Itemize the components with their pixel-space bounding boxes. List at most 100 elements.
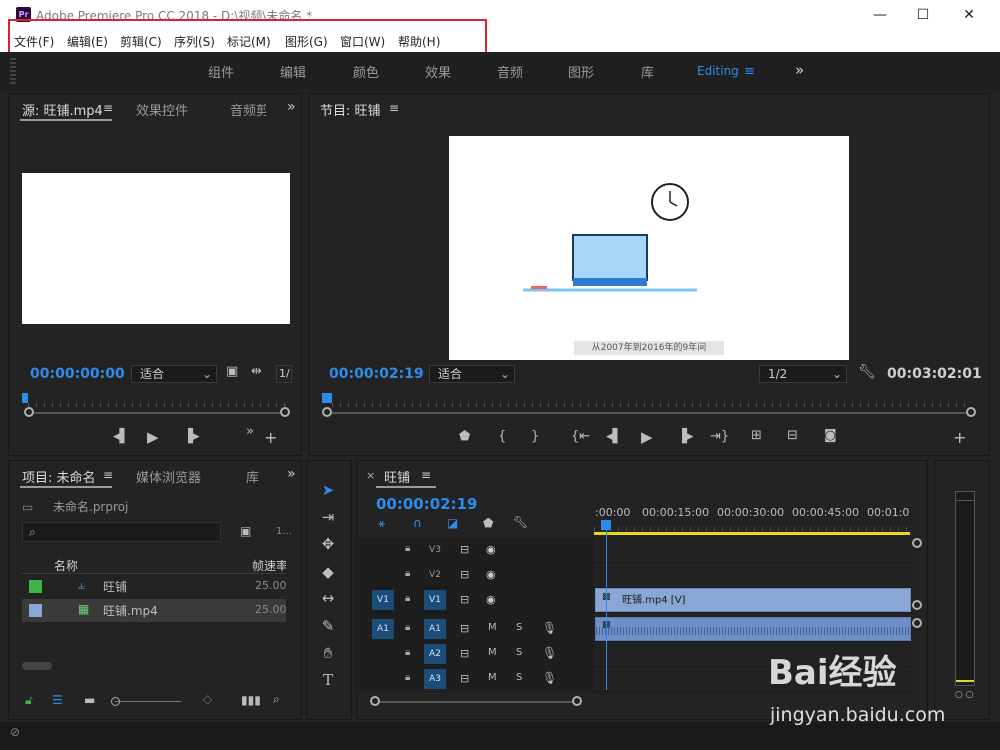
lock-icon[interactable]: 🔒︎ xyxy=(405,568,410,579)
workspace-tab-editing[interactable]: Editing xyxy=(697,64,739,78)
camera-icon[interactable]: ◙ xyxy=(824,428,837,443)
program-zoom-handle-right[interactable] xyxy=(966,407,976,417)
timeline-zoom-bar[interactable] xyxy=(374,701,578,703)
timeline-playhead[interactable] xyxy=(601,520,611,530)
solo-button[interactable]: S xyxy=(516,672,522,683)
add-marker-icon[interactable]: ⬟ xyxy=(483,516,493,530)
sequence-tab[interactable]: 旺铺 xyxy=(384,467,410,486)
project-tab[interactable]: 项目: 未命名 xyxy=(22,467,96,486)
extract-icon[interactable]: ⊟ xyxy=(787,428,798,443)
snap-magnet-icon[interactable]: ∩ xyxy=(413,516,422,530)
project-menu-icon[interactable]: ≡ xyxy=(103,468,113,482)
panel-menu-icon[interactable]: ≡ xyxy=(103,101,113,115)
source-zoom-handle-right[interactable] xyxy=(280,407,290,417)
step-back-icon[interactable]: ◂▌ xyxy=(606,429,623,444)
find-icon[interactable]: ⌕ xyxy=(273,692,280,707)
go-to-out-icon[interactable]: ⇥} xyxy=(710,429,729,444)
close-tab-icon[interactable]: × xyxy=(366,469,375,482)
source-timecode[interactable]: 00:00:00:00 xyxy=(30,366,125,382)
mark-in-icon[interactable]: { xyxy=(498,429,506,444)
hand-tool-icon[interactable]: ✋︎ xyxy=(317,642,339,664)
video-clip[interactable]: ▩ 旺铺.mp4 [V] xyxy=(595,588,911,612)
lock-icon[interactable]: 🔒︎ xyxy=(405,593,410,604)
source-zoom-bar[interactable] xyxy=(30,412,284,414)
program-timecode[interactable]: 00:00:02:19 xyxy=(329,366,424,382)
settings-icon[interactable]: ▣ xyxy=(226,364,238,379)
minimize-button[interactable]: — xyxy=(869,4,891,26)
more-controls-icon[interactable]: » xyxy=(246,424,254,439)
microphone-icon[interactable]: 🎙︎ xyxy=(542,646,557,660)
lock-icon[interactable]: 🔓︎ xyxy=(25,693,33,708)
program-tab[interactable]: 节目: 旺铺 xyxy=(320,100,381,119)
list-item[interactable]: ▦ 旺铺.mp4 25.00 f xyxy=(22,599,286,622)
source-patch-v1[interactable]: V1 xyxy=(372,590,394,610)
track-scroll-handle[interactable] xyxy=(912,600,922,610)
source-resolution-select[interactable]: 1/ xyxy=(276,365,292,383)
workspace-tab-editing-cn[interactable]: 编辑 xyxy=(280,62,306,81)
add-button-icon[interactable]: + xyxy=(953,428,966,447)
new-bin-icon[interactable]: ▣ xyxy=(240,524,251,538)
icon-view-icon[interactable]: ▬ xyxy=(84,693,95,707)
list-view-icon[interactable]: ☰ xyxy=(52,693,63,707)
workspace-tab-audio[interactable]: 音频 xyxy=(497,62,523,81)
solo-button[interactable]: S xyxy=(516,622,522,633)
ripple-edit-tool-icon[interactable]: ✥ xyxy=(317,533,339,555)
insert-overwrite-icon[interactable]: ⇹ xyxy=(251,364,262,379)
solo-meter-icon[interactable]: ○ ○ xyxy=(955,690,974,700)
track-select-tool-icon[interactable]: ⇥ xyxy=(317,506,339,528)
zoom-slider[interactable] xyxy=(115,701,181,702)
sort-icon[interactable]: ◇ xyxy=(203,692,212,706)
timeline-timecode[interactable]: 00:00:02:19 xyxy=(376,495,478,513)
libraries-tab[interactable]: 库 xyxy=(246,467,259,486)
nest-icon[interactable]: ⚹ xyxy=(378,516,385,531)
zoom-slider-handle[interactable] xyxy=(111,697,120,706)
workspace-tab-color[interactable]: 颜色 xyxy=(353,62,379,81)
wrench-icon[interactable]: 🔧︎ xyxy=(513,515,528,529)
pen-tool-icon[interactable]: ✎ xyxy=(317,615,339,637)
timeline-zoom-handle-left[interactable] xyxy=(370,696,380,706)
microphone-icon[interactable]: 🎙︎ xyxy=(542,671,557,685)
column-frame-rate[interactable]: 帧速率 xyxy=(252,557,286,574)
lock-icon[interactable]: 🔒︎ xyxy=(405,543,410,554)
project-search-input[interactable]: ⌕ xyxy=(22,522,221,542)
track-target[interactable]: V3 xyxy=(424,540,446,560)
automate-icon[interactable]: ▮▮▮ xyxy=(241,693,261,707)
source-zoom-handle-left[interactable] xyxy=(24,407,34,417)
maximize-button[interactable]: ☐ xyxy=(912,4,934,26)
program-menu-icon[interactable]: ≡ xyxy=(389,101,399,115)
track-target[interactable]: A2 xyxy=(424,644,446,664)
wrench-icon[interactable]: 🔧︎ xyxy=(858,364,876,380)
track-target[interactable]: V2 xyxy=(424,565,446,585)
eye-icon[interactable]: ◉ xyxy=(486,568,496,581)
workspace-tab-effects[interactable]: 效果 xyxy=(425,62,451,81)
add-marker-icon[interactable]: ⬟ xyxy=(459,429,470,444)
sync-lock-icon[interactable]: ⊟ xyxy=(460,622,469,635)
program-playhead[interactable] xyxy=(322,393,332,403)
timeline-time-ruler[interactable] xyxy=(594,521,910,531)
track-target[interactable]: V1 xyxy=(424,590,446,610)
lock-icon[interactable]: 🔒︎ xyxy=(405,647,410,658)
play-icon[interactable]: ▶ xyxy=(147,428,159,446)
linked-selection-icon[interactable]: ◪ xyxy=(447,516,458,530)
lift-icon[interactable]: ⊞ xyxy=(751,428,762,443)
slip-tool-icon[interactable]: ↔ xyxy=(317,587,339,609)
horizontal-scrollbar[interactable] xyxy=(22,662,52,670)
close-button[interactable]: ✕ xyxy=(958,4,980,26)
workspace-tab-libraries[interactable]: 库 xyxy=(641,62,654,81)
more-panels-icon[interactable]: » xyxy=(287,466,296,482)
source-tab[interactable]: 源: 旺铺.mp4 xyxy=(22,100,103,119)
add-button-icon[interactable]: + xyxy=(264,428,277,447)
track-target[interactable]: A1 xyxy=(424,619,446,639)
audio-clip-mixer-tab[interactable]: 音频剪 xyxy=(230,100,266,119)
timeline-menu-icon[interactable]: ≡ xyxy=(421,468,431,482)
solo-button[interactable]: S xyxy=(516,647,522,658)
media-browser-tab[interactable]: 媒体浏览器 xyxy=(136,467,201,486)
workspace-menu-icon[interactable]: ≡ xyxy=(744,64,755,79)
type-tool-icon[interactable]: T xyxy=(317,669,339,691)
eye-icon[interactable]: ◉ xyxy=(486,593,496,606)
lock-icon[interactable]: 🔒︎ xyxy=(405,672,410,683)
go-to-in-icon[interactable]: {⇤ xyxy=(571,429,590,444)
source-fit-select[interactable]: 适合 ⌄ xyxy=(131,365,217,383)
track-scroll-handle[interactable] xyxy=(912,538,922,548)
source-patch-a1[interactable]: A1 xyxy=(372,619,394,639)
